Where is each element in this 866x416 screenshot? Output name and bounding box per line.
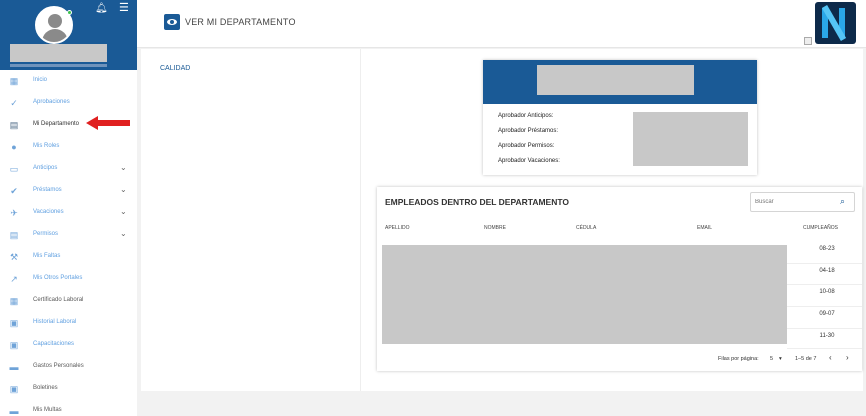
user-name-redacted: [10, 44, 107, 62]
sidebar-item-vacaciones[interactable]: ✈ Vacaciones ⌄: [0, 202, 137, 224]
wallet-icon: ▬: [9, 406, 19, 416]
broken-image-icon: [804, 37, 812, 45]
sidebar-item-label: Mi Departamento: [33, 121, 80, 127]
badge-icon: ▣: [9, 340, 19, 350]
sidebar-item-mis-roles[interactable]: ● Mis Roles: [0, 136, 137, 158]
birthday-cell: 04-18: [819, 268, 835, 274]
calendar-icon: ▦: [9, 296, 19, 306]
chevron-down-icon[interactable]: ⌄: [120, 185, 127, 194]
sidebar-item-gastos-personales[interactable]: ▬ Gastos Personales: [0, 356, 137, 378]
top-bar: VER MI DEPARTAMENTO: [137, 0, 866, 48]
clipboard-icon: ▤: [9, 120, 19, 130]
sidebar-item-label: Mis Multas: [33, 407, 62, 413]
department-name-redacted: [537, 65, 694, 95]
sidebar-item-label: Boletines: [33, 385, 58, 391]
column-header-cedula[interactable]: CÉDULA: [576, 225, 596, 231]
sidebar-item-mis-faltas[interactable]: ⚒ Mis Faltas: [0, 246, 137, 268]
sidebar-item-permisos[interactable]: ▤ Permisos ⌄: [0, 224, 137, 246]
column-header-cumpleanos[interactable]: CUMPLEAÑOS: [803, 225, 838, 231]
pagination-range: 1–5 de 7: [795, 356, 817, 362]
search-box[interactable]: ⌕: [750, 192, 855, 212]
money-icon: ▭: [9, 164, 19, 174]
chevron-down-icon[interactable]: ▾: [779, 356, 782, 362]
employees-card: EMPLEADOS DENTRO DEL DEPARTAMENTO ⌕ APEL…: [377, 187, 862, 371]
sidebar-item-label: Mis Faltas: [33, 253, 61, 259]
document-icon: ▤: [9, 230, 19, 240]
sidebar-header: 🔔︎ ☰: [0, 0, 137, 70]
column-header-email[interactable]: EMAIL: [697, 225, 712, 231]
department-info-card: Aprobador Anticipos: Aprobador Préstamos…: [483, 60, 757, 175]
pointer-arrow-icon: [86, 116, 130, 130]
sidebar-item-prestamos[interactable]: ✔ Préstamos ⌄: [0, 180, 137, 202]
birthday-cell: 09-07: [819, 311, 835, 317]
menu-icon[interactable]: ☰: [119, 3, 129, 14]
airplane-icon: ✈: [10, 208, 18, 218]
approver-vacations-label: Aprobador Vacaciones:: [498, 158, 560, 164]
external-link-icon: ↗: [10, 274, 18, 284]
previous-page-button[interactable]: ‹: [829, 353, 832, 362]
dashboard-icon: ▦: [9, 76, 19, 86]
column-header-apellido[interactable]: APELLIDO: [385, 225, 409, 231]
chevron-down-icon[interactable]: ⌄: [120, 163, 127, 172]
chevron-down-icon[interactable]: ⌄: [120, 207, 127, 216]
birthday-cell: 10-08: [819, 289, 835, 295]
birthday-cell: 08-23: [819, 246, 835, 252]
chevron-down-icon[interactable]: ⌄: [120, 229, 127, 238]
sidebar-item-label: Inicio: [33, 77, 48, 83]
handshake-icon: ✔: [10, 186, 18, 196]
gavel-icon: ⚒: [9, 252, 19, 262]
sidebar-item-label: Permisos: [33, 231, 59, 237]
sidebar-item-label: Mis Roles: [33, 143, 60, 149]
sidebar-item-anticipos[interactable]: ▭ Anticipos ⌄: [0, 158, 137, 180]
sidebar-item-label: Anticipos: [33, 165, 58, 171]
sidebar-item-mis-otros-portales[interactable]: ↗ Mis Otros Portales: [0, 268, 137, 290]
sidebar-item-label: Mis Otros Portales: [33, 275, 83, 281]
search-icon[interactable]: ⌕: [840, 196, 845, 207]
employee-rows-redacted: [382, 245, 787, 344]
sidebar-item-label: Gastos Personales: [33, 363, 84, 369]
next-page-button[interactable]: ›: [846, 353, 849, 362]
column-header-nombre[interactable]: NOMBRE: [484, 225, 506, 231]
approvers-redacted: [633, 112, 748, 166]
company-logo: [815, 2, 856, 44]
sidebar-item-capacitaciones[interactable]: ▣ Capacitaciones: [0, 334, 137, 356]
rows-per-page-select[interactable]: 5: [770, 356, 773, 362]
sidebar-item-label: Préstamos: [33, 187, 62, 193]
sidebar-item-label: Historial Laboral: [33, 319, 77, 325]
sidebar-item-aprobaciones[interactable]: ✓ Aprobaciones: [0, 92, 137, 114]
sidebar-item-label: Aprobaciones: [33, 99, 70, 105]
sidebar-item-label: Vacaciones: [33, 209, 64, 215]
sidebar-item-label: Certificado Laboral: [33, 297, 84, 303]
briefcase-icon: ▬: [9, 362, 19, 372]
eye-icon[interactable]: [164, 14, 180, 30]
online-status-icon: [67, 10, 72, 15]
info-card-header: [483, 60, 757, 104]
department-list-panel: CALIDAD: [141, 49, 361, 391]
search-input[interactable]: [755, 196, 835, 208]
sidebar-item-inicio[interactable]: ▦ Inicio: [0, 70, 137, 92]
sidebar: 🔔︎ ☰ ▦ Inicio ✓ Aprobaciones ▤ Mi Departament…: [0, 0, 137, 416]
rows-per-page-label: Filas por página:: [718, 356, 759, 362]
approver-loans-label: Aprobador Préstamos:: [498, 128, 559, 134]
history-icon: ▣: [9, 318, 19, 328]
sidebar-item-historial-laboral[interactable]: ▣ Historial Laboral: [0, 312, 137, 334]
approver-permits-label: Aprobador Permisos:: [498, 143, 555, 149]
user-email-redacted: [10, 64, 107, 67]
birthday-cell: 11-30: [819, 333, 835, 339]
department-item-calidad[interactable]: CALIDAD: [160, 65, 190, 72]
check-icon: ✓: [10, 98, 18, 108]
newsletter-icon: ▣: [9, 384, 19, 394]
employees-title: EMPLEADOS DENTRO DEL DEPARTAMENTO: [385, 197, 570, 207]
sidebar-item-boletines[interactable]: ▣ Boletines: [0, 378, 137, 400]
sidebar-item-mis-multas[interactable]: ▬ Mis Multas: [0, 400, 137, 416]
person-icon: ●: [11, 142, 17, 152]
page-title: VER MI DEPARTAMENTO: [185, 17, 296, 27]
sidebar-item-certificado-laboral[interactable]: ▦ Certificado Laboral: [0, 290, 137, 312]
approver-advances-label: Aprobador Anticipos:: [498, 113, 554, 119]
sidebar-item-label: Capacitaciones: [33, 341, 75, 347]
main-content: CALIDAD Aprobador Anticipos: Aprobador P…: [141, 49, 863, 391]
bell-icon[interactable]: 🔔︎: [95, 4, 108, 14]
